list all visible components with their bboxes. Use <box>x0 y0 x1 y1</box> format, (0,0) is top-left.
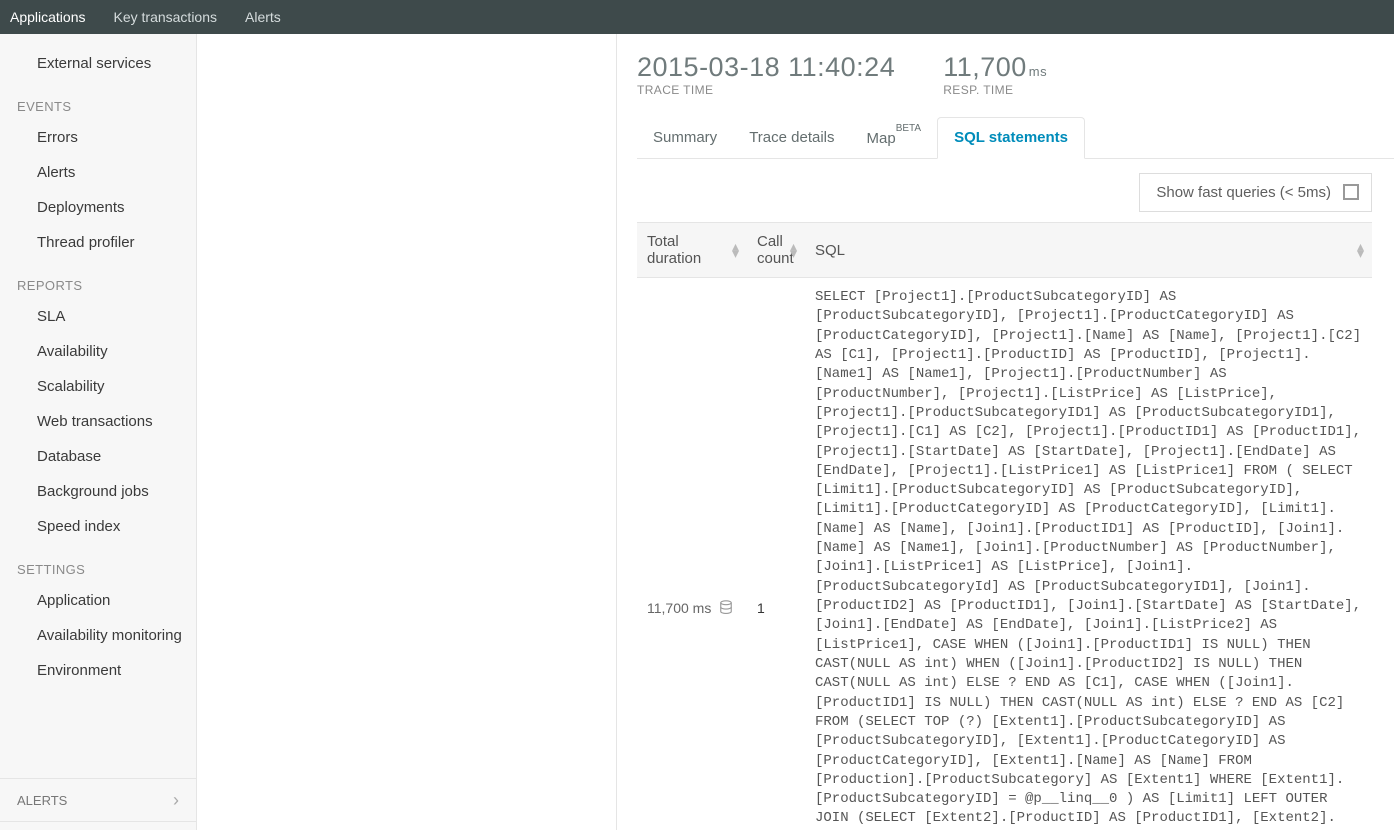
call-count-value: 1 <box>747 278 805 830</box>
sidebar-item-alerts[interactable]: Alerts <box>0 155 196 190</box>
sort-icon: ▴▾ <box>1357 243 1364 257</box>
sidebar-item-thread-profiler[interactable]: Thread profiler <box>0 225 196 260</box>
tab-map[interactable]: MapBETA <box>851 117 938 158</box>
resp-time-label: RESP. TIME <box>943 83 1047 97</box>
trace-time-label: TRACE TIME <box>637 83 895 97</box>
sidebar-item-scalability[interactable]: Scalability <box>0 369 196 404</box>
sidebar-item-environment[interactable]: Environment <box>0 653 196 688</box>
nav-key-transactions[interactable]: Key transactions <box>114 9 218 25</box>
top-nav: Applications Key transactions Alerts <box>0 0 1394 34</box>
sort-icon: ▴▾ <box>790 243 797 257</box>
nav-applications[interactable]: Applications <box>10 9 86 25</box>
col-total-duration[interactable]: Total duration ▴▾ <box>637 223 747 278</box>
sidebar-item-background-jobs[interactable]: Background jobs <box>0 474 196 509</box>
list-panel <box>197 34 617 830</box>
nav-alerts[interactable]: Alerts <box>245 9 281 25</box>
tab-summary[interactable]: Summary <box>637 117 733 158</box>
show-fast-queries-toggle[interactable]: Show fast queries (< 5ms) <box>1139 173 1372 212</box>
sidebar-item-availability[interactable]: Availability <box>0 334 196 369</box>
duration-value: 11,700 ms <box>647 600 711 616</box>
sidebar-item-web-transactions[interactable]: Web transactions <box>0 404 196 439</box>
sidebar-alerts-footer[interactable]: ALERTS › <box>0 778 196 822</box>
sidebar-item-database[interactable]: Database <box>0 439 196 474</box>
sidebar-item-application[interactable]: Application <box>0 583 196 618</box>
sort-icon: ▴▾ <box>732 243 739 257</box>
detail-panel: 2015-03-18 11:40:24 TRACE TIME 11,700ms … <box>617 34 1394 830</box>
sidebar-group-settings: SETTINGS <box>0 544 196 583</box>
trace-time-value: 2015-03-18 11:40:24 <box>637 52 895 83</box>
sidebar-item-deployments[interactable]: Deployments <box>0 190 196 225</box>
show-fast-queries-label: Show fast queries (< 5ms) <box>1156 184 1331 201</box>
resp-time-value: 11,700ms <box>943 52 1047 83</box>
sidebar: External services EVENTS Errors Alerts D… <box>0 34 197 830</box>
sidebar-item-errors[interactable]: Errors <box>0 120 196 155</box>
col-sql[interactable]: SQL ▴▾ <box>805 223 1372 278</box>
sidebar-item-external-services[interactable]: External services <box>0 46 196 81</box>
checkbox-icon[interactable] <box>1343 184 1359 200</box>
sidebar-item-sla[interactable]: SLA <box>0 299 196 334</box>
resp-time-metric: 11,700ms RESP. TIME <box>943 52 1047 97</box>
sidebar-item-speed-index[interactable]: Speed index <box>0 509 196 544</box>
sidebar-item-availability-monitoring[interactable]: Availability monitoring <box>0 618 196 653</box>
col-call-count[interactable]: Call count ▴▾ <box>747 223 805 278</box>
tab-sql-statements[interactable]: SQL statements <box>937 117 1085 159</box>
sidebar-group-reports: REPORTS <box>0 260 196 299</box>
table-row[interactable]: 11,700 ms 1 SELECT [Project1].[ProductSu… <box>637 278 1372 830</box>
tab-trace-details[interactable]: Trace details <box>733 117 850 158</box>
trace-tabs: Summary Trace details MapBETA SQL statem… <box>637 117 1394 159</box>
sql-text: SELECT [Project1].[ProductSubcategoryID]… <box>805 278 1372 830</box>
sql-table: Total duration ▴▾ Call count ▴▾ SQL ▴▾ <box>637 222 1372 830</box>
sidebar-group-events: EVENTS <box>0 81 196 120</box>
trace-time-metric: 2015-03-18 11:40:24 TRACE TIME <box>637 52 895 97</box>
chevron-right-icon: › <box>173 790 179 811</box>
sidebar-alerts-footer-label: ALERTS <box>17 793 67 808</box>
database-icon <box>719 600 733 616</box>
